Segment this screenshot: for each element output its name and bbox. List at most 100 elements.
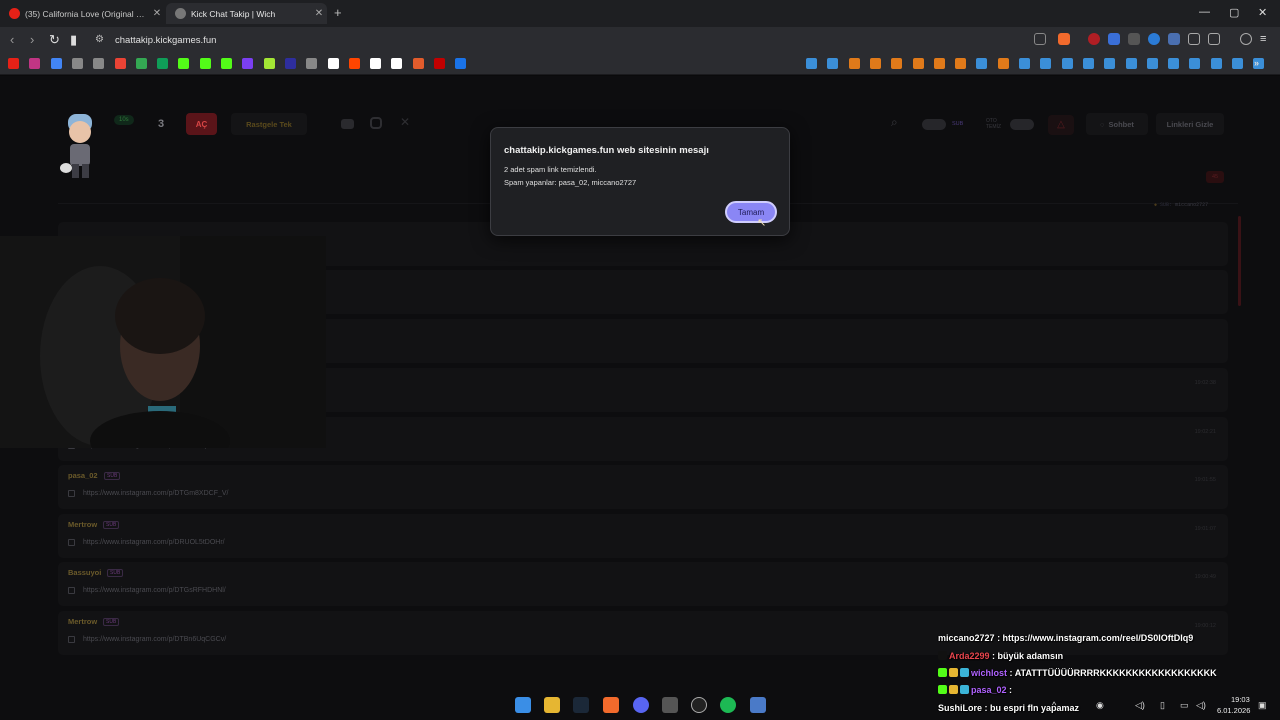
bookmark-icon[interactable] — [1232, 58, 1243, 69]
close-tab-icon[interactable]: ✕ — [149, 8, 165, 19]
bookmark-icon[interactable] — [1189, 58, 1201, 69]
card-username[interactable]: Mertrow — [68, 617, 97, 626]
more-bookmarks-icon[interactable]: » — [1251, 58, 1262, 69]
discord-icon[interactable] — [633, 697, 649, 713]
bookmark-icon[interactable] — [455, 58, 467, 69]
brave-shield-icon[interactable] — [1058, 33, 1070, 45]
bookmark-icon[interactable] — [955, 58, 967, 69]
card-link[interactable]: https://www.instagram.com/p/DTBn6UqCGCv/ — [83, 636, 226, 643]
sub-toggle[interactable] — [922, 119, 946, 130]
bookmark-icon[interactable] — [114, 58, 126, 69]
tab-chattakip[interactable]: Kick Chat Takip | Wich ✕ — [166, 3, 327, 24]
link-card[interactable]: pasa_02 SUB https://www.instagram.com/p/DT… — [58, 465, 1228, 509]
app-icon[interactable] — [750, 697, 766, 713]
link-checkbox[interactable] — [68, 635, 75, 643]
bookmark-icon[interactable] — [912, 58, 924, 69]
bookmark-icon[interactable] — [178, 58, 190, 69]
network-icon[interactable]: ▭ — [1180, 700, 1189, 711]
windows-start-icon[interactable] — [515, 697, 531, 713]
extension-icon[interactable] — [1168, 33, 1180, 45]
media-icon[interactable] — [1240, 33, 1252, 45]
tab-youtube[interactable]: (35) California Love (Original Version) … — [0, 3, 165, 24]
auto-clean-toggle[interactable] — [1010, 119, 1034, 130]
bookmark-icon[interactable] — [1082, 58, 1094, 69]
bookmark-icon[interactable] — [306, 58, 318, 69]
link-checkbox[interactable] — [68, 587, 75, 594]
bookmark-icon[interactable] — [1146, 58, 1158, 69]
obs-icon[interactable] — [691, 697, 707, 713]
extensions-puzzle-icon[interactable] — [1188, 33, 1200, 45]
tray-icon[interactable]: ◉ — [1096, 700, 1104, 711]
x-icon[interactable]: ✕ — [400, 115, 410, 129]
speaker-icon[interactable]: ◁) — [1196, 700, 1206, 711]
card-username[interactable]: pasa_02 — [68, 471, 98, 480]
hide-links-button[interactable]: Linkleri Gizle — [1156, 113, 1224, 135]
site-settings-icon[interactable]: ⚙ — [95, 34, 104, 45]
mic-icon[interactable]: ▯ — [1160, 700, 1165, 711]
bookmark-icon[interactable] — [1125, 58, 1137, 69]
bookmark-icon[interactable] — [93, 58, 105, 69]
card-username[interactable]: Mertrow — [68, 520, 97, 529]
steam-icon[interactable] — [573, 697, 589, 713]
bookmark-icon[interactable] — [1019, 58, 1030, 69]
bookmark-icon[interactable] — [976, 58, 988, 69]
new-tab-button[interactable]: + — [334, 5, 342, 20]
search-icon[interactable]: ⌕ — [891, 115, 898, 130]
bookmark-icon[interactable] — [1061, 58, 1073, 69]
app-icon[interactable] — [662, 697, 678, 713]
bookmark-icon[interactable] — [848, 58, 860, 69]
scrollbar[interactable] — [1238, 216, 1241, 306]
bookmark-icon[interactable] — [412, 58, 424, 69]
maximize-button[interactable]: ▢ — [1229, 6, 1239, 19]
file-explorer-icon[interactable] — [544, 697, 560, 713]
card-link[interactable]: https://www.instagram.com/p/DRUOL5tDOHr/ — [83, 539, 225, 546]
bookmark-icon[interactable]: ▮ — [70, 32, 77, 48]
bookmark-icon[interactable] — [997, 58, 1009, 69]
ok-button[interactable]: Tamam — [725, 201, 777, 223]
extension-icon[interactable] — [1108, 33, 1120, 45]
link-card[interactable]: Mertrow SUB https://www.instagram.com/p/DR… — [58, 513, 1228, 558]
link-checkbox[interactable] — [68, 490, 75, 497]
ublock-icon[interactable] — [1088, 33, 1100, 45]
bookmark-icon[interactable] — [891, 58, 903, 69]
reload-icon[interactable]: ↻ — [49, 32, 60, 48]
bookmark-icon[interactable] — [348, 58, 360, 69]
url-field[interactable]: chattakip.kickgames.fun — [115, 35, 216, 46]
bookmark-icon[interactable] — [391, 58, 403, 69]
card-link[interactable]: https://www.instagram.com/p/DTGm8XDCF_V/ — [83, 490, 228, 497]
bookmark-icon[interactable] — [1040, 58, 1052, 69]
bookmark-icon[interactable] — [327, 58, 339, 69]
bookmark-icon[interactable] — [1168, 58, 1180, 69]
chevron-up-icon[interactable]: ^ — [1052, 700, 1056, 710]
link-card[interactable]: Bassuyoi SUB https://www.instagram.com/p/D… — [58, 562, 1228, 606]
extension-icon[interactable] — [1128, 33, 1140, 45]
bookmark-icon[interactable] — [242, 58, 254, 69]
sidebar-icon[interactable] — [1208, 33, 1220, 45]
volume-icon[interactable]: ◁) — [1135, 700, 1145, 711]
chat-button[interactable]: ◌ Sohbet — [1086, 113, 1148, 135]
minimize-button[interactable]: — — [1199, 6, 1210, 18]
bookmark-icon[interactable] — [806, 58, 817, 69]
bookmark-icon[interactable] — [135, 58, 147, 69]
bookmark-icon[interactable] — [221, 58, 232, 69]
bookmark-icon[interactable] — [199, 58, 211, 69]
bookmark-icon[interactable] — [71, 58, 83, 69]
extension-icon[interactable] — [1148, 33, 1160, 45]
notification-icon[interactable]: ▣ — [1258, 700, 1267, 711]
bookmark-icon[interactable] — [8, 58, 19, 69]
bookmark-icon[interactable] — [827, 58, 839, 69]
card-username[interactable]: Bassuyoi — [68, 568, 101, 577]
bookmark-icon[interactable] — [370, 58, 382, 69]
open-button[interactable]: AÇ — [186, 113, 217, 135]
bookmark-icon[interactable] — [933, 58, 945, 69]
close-window-button[interactable]: ✕ — [1258, 6, 1267, 19]
bookmark-icon[interactable] — [284, 58, 296, 69]
card-link[interactable]: https://www.instagram.com/p/DTGsRFHDHNl/ — [83, 587, 226, 594]
spotify-icon[interactable] — [720, 697, 736, 713]
brave-icon[interactable] — [603, 697, 619, 713]
bookmark-icon[interactable] — [263, 58, 275, 69]
random-single-button[interactable]: Rastgele Tek — [231, 113, 307, 135]
share-icon[interactable] — [1034, 33, 1046, 45]
back-icon[interactable]: ‹ — [10, 32, 14, 47]
warning-icon[interactable]: △ — [1048, 115, 1074, 135]
